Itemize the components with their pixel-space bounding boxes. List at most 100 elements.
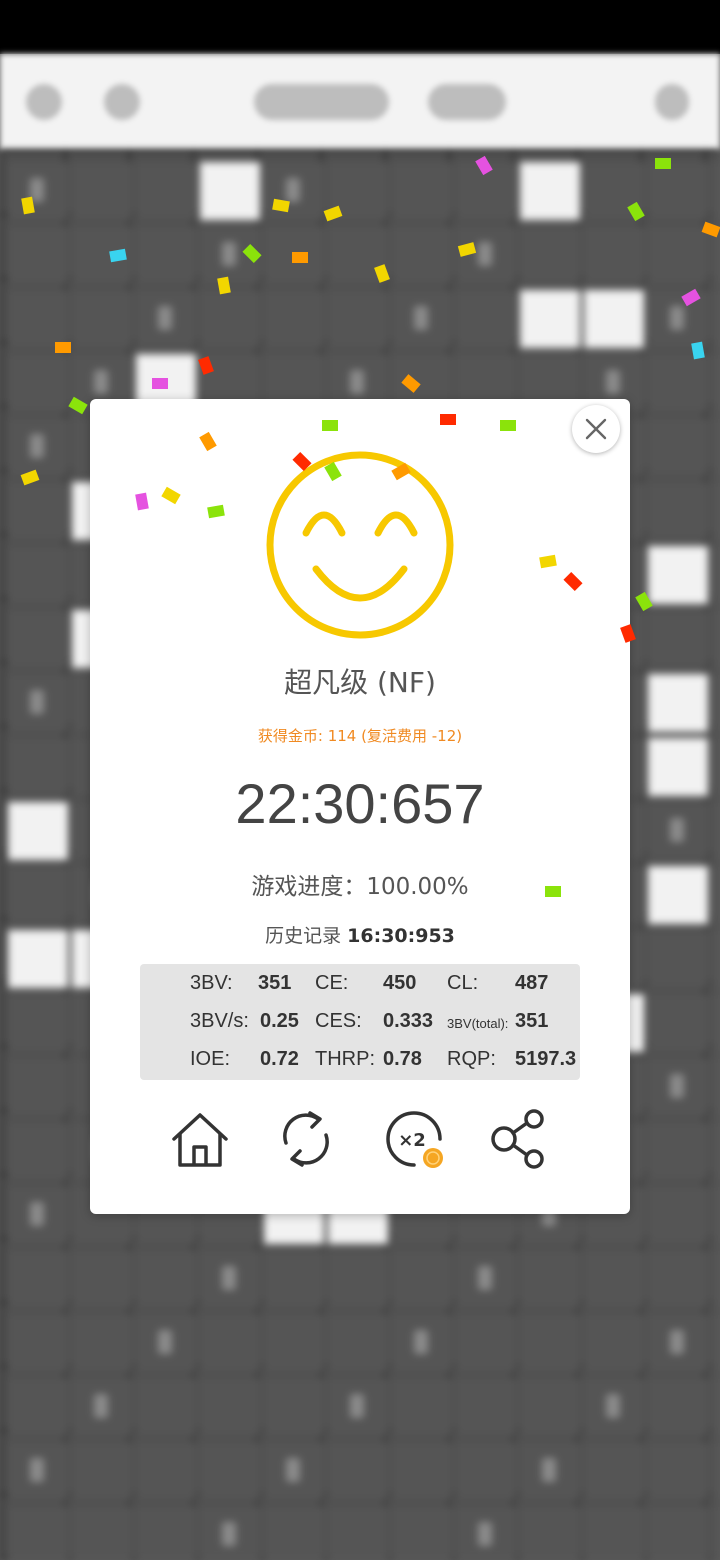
board-cell: [8, 1058, 68, 1116]
board-cell: [712, 994, 720, 1052]
stat-value-thrp: 0.78: [383, 1048, 422, 1070]
board-cell: [392, 1378, 452, 1436]
board-cell: [8, 418, 68, 476]
board-cell: [264, 1378, 324, 1436]
board-cell: [712, 866, 720, 924]
board-cell: [392, 1314, 452, 1372]
board-cell: [456, 1314, 516, 1372]
stat-label-3bvs: 3BV/s:: [190, 1010, 249, 1032]
board-cell: [712, 482, 720, 540]
board-cell: [200, 1250, 260, 1308]
stat-label-3bv-total: 3BV(total):: [447, 1016, 509, 1031]
board-cell: [136, 1506, 196, 1560]
board-cell: [264, 1250, 324, 1308]
board-cell: [8, 1506, 68, 1560]
stat-value-ioe: 0.72: [260, 1048, 299, 1070]
board-cell: [648, 1250, 708, 1308]
board-cell: [264, 226, 324, 284]
board-cell: [648, 418, 708, 476]
board-cell: [648, 1506, 708, 1560]
game-time: 22:30:657: [235, 772, 485, 835]
stat-label-3bv: 3BV:: [190, 972, 233, 994]
stat-value-3bv-total: 351: [515, 1010, 549, 1032]
stat-value-3bv: 351: [258, 972, 292, 994]
share-button[interactable]: [488, 1107, 552, 1171]
board-cell: [520, 226, 580, 284]
double-reward-text: ×2: [398, 1130, 426, 1151]
board-cell: [648, 738, 708, 796]
board-cell: [392, 1506, 452, 1560]
board-cell: [392, 1250, 452, 1308]
board-cell: [328, 162, 388, 220]
board-cell: [264, 1506, 324, 1560]
board-cell: [648, 866, 708, 924]
board-cell: [712, 674, 720, 732]
board-cell: [520, 290, 580, 348]
board-cell: [8, 1186, 68, 1244]
board-cell: [712, 1442, 720, 1500]
board-cell: [8, 866, 68, 924]
board-cell: [328, 226, 388, 284]
board-cell: [328, 1506, 388, 1560]
board-cell: [712, 354, 720, 412]
board-cell: [584, 1506, 644, 1560]
restart-button[interactable]: [274, 1107, 338, 1171]
board-cell: [712, 1122, 720, 1180]
board-cell: [8, 1378, 68, 1436]
board-cell: [328, 1250, 388, 1308]
history-record-label: 历史记录: [265, 925, 342, 947]
board-cell: [8, 930, 68, 988]
board-cell: [328, 1378, 388, 1436]
board-cell: [648, 674, 708, 732]
double-reward-icon: ×2: [386, 1111, 443, 1168]
board-cell: [264, 1442, 324, 1500]
board-cell: [520, 1314, 580, 1372]
share-icon: [491, 1109, 544, 1169]
board-cell: [200, 162, 260, 220]
close-button[interactable]: [572, 405, 620, 453]
board-cell: [136, 1314, 196, 1372]
board-cell: [648, 290, 708, 348]
double-reward-button[interactable]: ×2: [382, 1107, 446, 1171]
board-cell: [8, 290, 68, 348]
board-cell: [72, 1506, 132, 1560]
board-cell: [520, 162, 580, 220]
board-cell: [584, 1442, 644, 1500]
flag-icon: [655, 84, 689, 120]
board-cell: [200, 290, 260, 348]
top-toolbar-blurred: [0, 54, 720, 150]
board-cell: [72, 226, 132, 284]
game-progress: 游戏进度：100.00%: [251, 874, 469, 900]
board-cell: [648, 162, 708, 220]
board-cell: [520, 1250, 580, 1308]
board-cell: [264, 1314, 324, 1372]
board-cell: [584, 1314, 644, 1372]
close-icon: [585, 418, 607, 440]
board-cell: [712, 802, 720, 860]
history-record-value: 16:30:953: [347, 925, 455, 947]
board-cell: [712, 738, 720, 796]
board-cell: [328, 1314, 388, 1372]
board-cell: [584, 226, 644, 284]
board-cell: [712, 546, 720, 604]
board-cell: [72, 1250, 132, 1308]
board-cell: [136, 1250, 196, 1308]
board-cell: [584, 290, 644, 348]
board-cell: [72, 1378, 132, 1436]
board-cell: [648, 802, 708, 860]
board-cell: [456, 1378, 516, 1436]
board-cell: [8, 1122, 68, 1180]
board-cell: [648, 610, 708, 668]
board-cell: [456, 226, 516, 284]
board-cell: [200, 1378, 260, 1436]
board-cell: [8, 1442, 68, 1500]
board-cell: [8, 994, 68, 1052]
coins-earned: 获得金币: 114 (复活费用 -12): [257, 727, 463, 745]
board-cell: [648, 1378, 708, 1436]
board-cell: [200, 1314, 260, 1372]
board-cell: [648, 1314, 708, 1372]
board-cell: [136, 162, 196, 220]
board-cell: [72, 290, 132, 348]
home-button[interactable]: [168, 1107, 232, 1171]
history-record: 历史记录 16:30:953: [90, 921, 630, 948]
